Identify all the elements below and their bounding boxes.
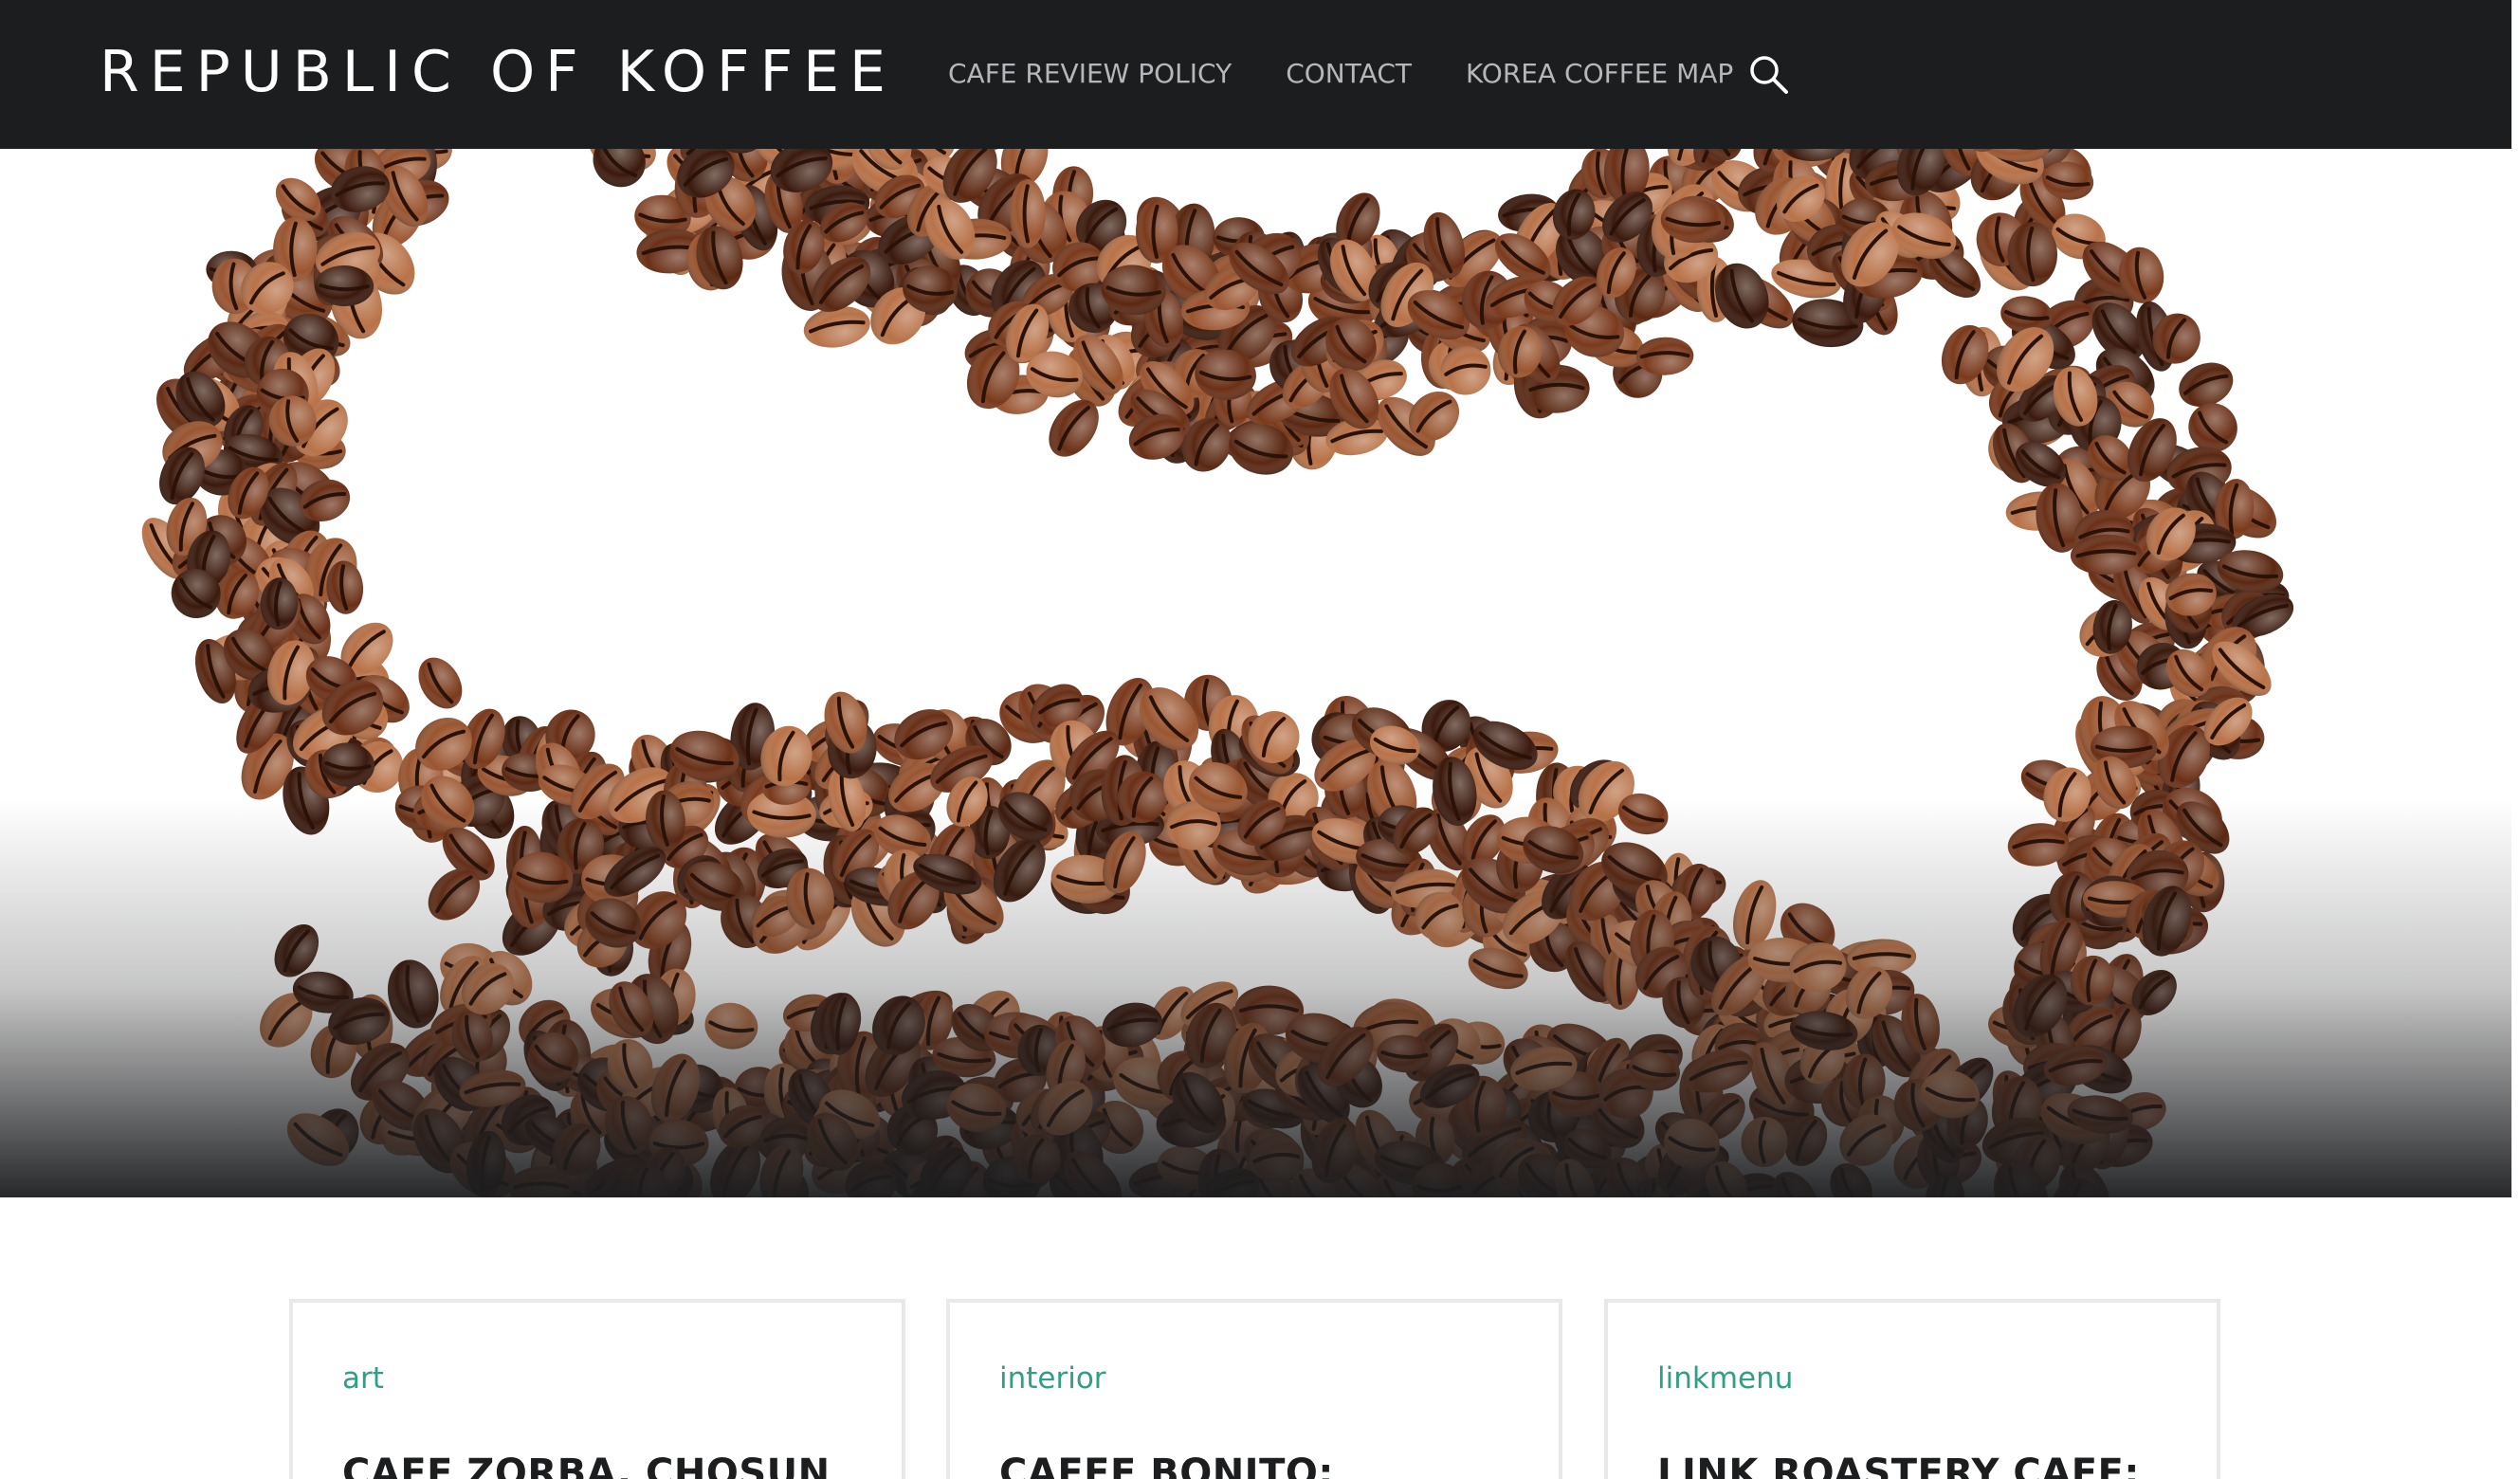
nav-link-korea-coffee-map[interactable]: KOREA COFFEE MAP <box>1466 46 1733 102</box>
hero-image <box>0 149 2511 1197</box>
post-card[interactable]: art CAFE ZORBA, CHOSUN <box>289 1299 905 1479</box>
main-nav: CAFE REVIEW POLICY CONTACT KOREA COFFEE … <box>948 46 1787 102</box>
nav-link-contact[interactable]: CONTACT <box>1286 46 1412 102</box>
post-title[interactable]: CAFE ZORBA, CHOSUN <box>342 1450 831 1479</box>
page: REPUBLIC OF KOFFEE CAFE REVIEW POLICY CO… <box>0 0 2520 1479</box>
page-edge <box>2511 0 2520 1479</box>
post-title[interactable]: CAFFE BONITO: <box>999 1450 1334 1479</box>
coffee-beans-image <box>0 149 2511 1197</box>
site-title[interactable]: REPUBLIC OF KOFFEE <box>100 34 896 110</box>
post-card[interactable]: interior CAFFE BONITO: <box>946 1299 1562 1479</box>
post-category[interactable]: linkmenu <box>1657 1360 1793 1397</box>
post-category[interactable]: art <box>342 1360 384 1397</box>
post-card[interactable]: linkmenu LINK ROASTERY CAFE: <box>1604 1299 2220 1479</box>
nav-link-cafe-review-policy[interactable]: CAFE REVIEW POLICY <box>948 46 1232 102</box>
search-button[interactable] <box>1747 53 1791 97</box>
post-title[interactable]: LINK ROASTERY CAFE: <box>1657 1450 2140 1479</box>
site-header: REPUBLIC OF KOFFEE CAFE REVIEW POLICY CO… <box>0 0 2511 149</box>
search-icon <box>1750 56 1788 94</box>
post-category[interactable]: interior <box>999 1360 1106 1397</box>
post-cards: art CAFE ZORBA, CHOSUN interior CAFFE BO… <box>0 1197 2511 1479</box>
